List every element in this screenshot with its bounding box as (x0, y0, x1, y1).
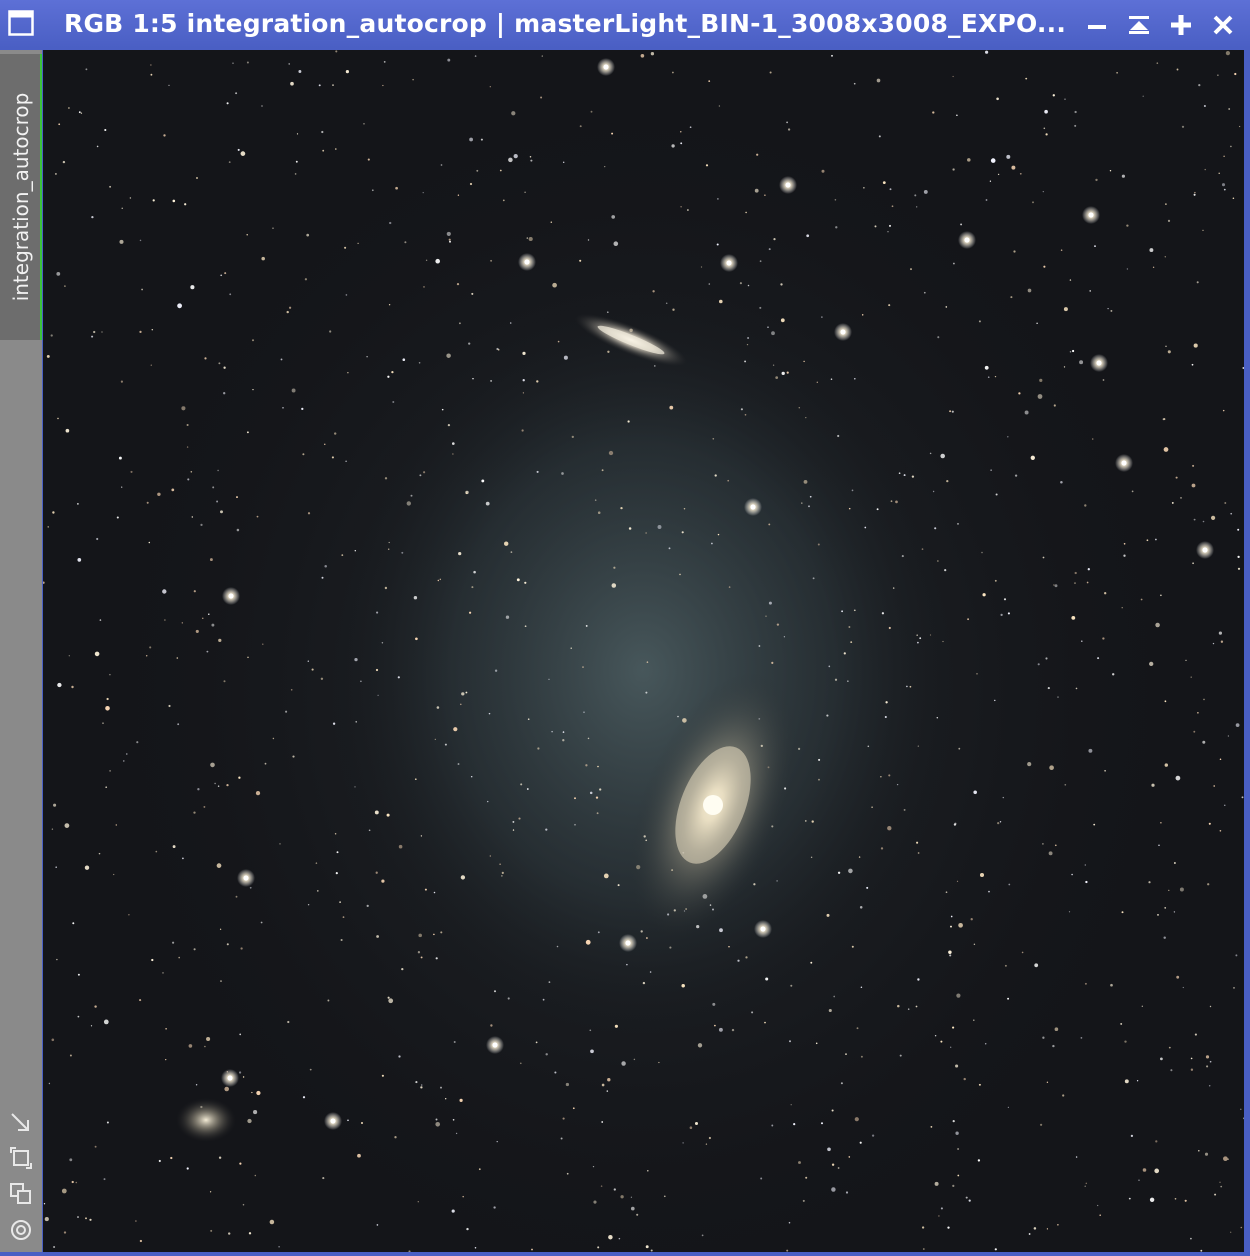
image-view[interactable] (43, 50, 1244, 1252)
zoom-icon[interactable] (8, 1145, 34, 1171)
view-tab[interactable]: integration_autocrop (0, 54, 42, 340)
minimize-icon[interactable] (1084, 12, 1110, 38)
window-right-border[interactable] (1244, 50, 1250, 1256)
fit-view-icon[interactable] (8, 1110, 34, 1136)
close-icon[interactable] (1210, 12, 1236, 38)
window-icon[interactable] (8, 10, 34, 36)
starfield-image (43, 50, 1244, 1252)
galaxy-ngc3077 (176, 1098, 236, 1142)
window-bottom-border[interactable] (0, 1252, 1250, 1256)
window-title: RGB 1:5 integration_autocrop | masterLig… (64, 9, 1067, 38)
view-tab-label: integration_autocrop (9, 92, 33, 302)
image-window: RGB 1:5 integration_autocrop | masterLig… (0, 0, 1250, 1256)
left-sidebar: integration_autocrop (0, 50, 42, 1252)
shade-icon[interactable] (1126, 12, 1152, 38)
clone-view-icon[interactable] (8, 1181, 34, 1207)
title-bar[interactable]: RGB 1:5 integration_autocrop | masterLig… (0, 0, 1250, 48)
maximize-icon[interactable] (1168, 12, 1194, 38)
target-icon[interactable] (8, 1217, 34, 1243)
